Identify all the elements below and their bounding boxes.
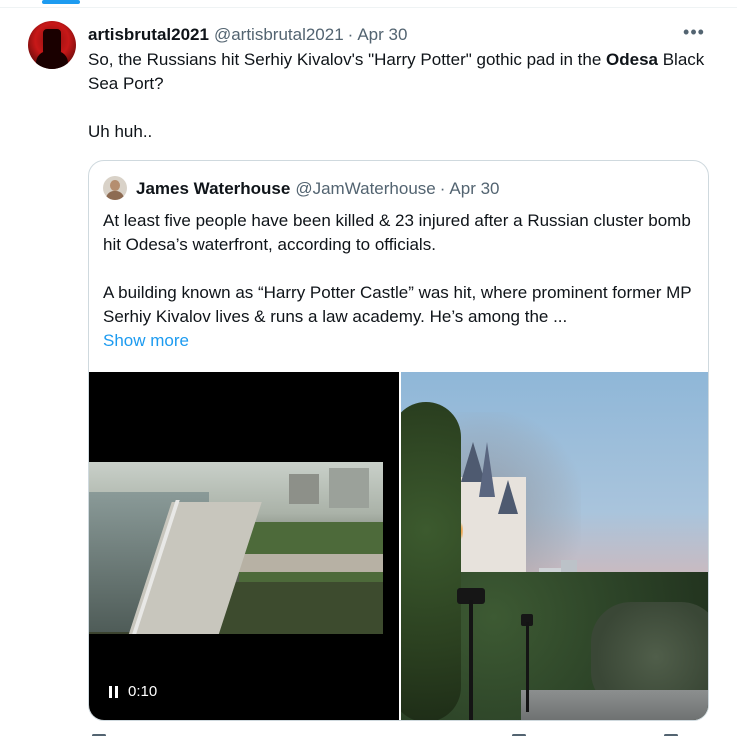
street-lamp-post xyxy=(526,622,529,712)
video-controls: 0:10 xyxy=(109,683,157,700)
quoted-tweet-card[interactable]: James Waterhouse @JamWaterhouse · Apr 30… xyxy=(88,160,709,721)
quoted-tweet-text: At least five people have been killed & … xyxy=(103,209,698,329)
video-player[interactable]: 0:10 xyxy=(89,372,399,720)
tweet-actions-bar xyxy=(88,734,688,739)
photo-spire xyxy=(479,442,495,497)
video-timestamp: 0:10 xyxy=(128,683,158,700)
quoted-paragraph-2: A building known as “Harry Potter Castle… xyxy=(103,283,692,326)
photo-spire xyxy=(498,480,518,514)
tweet-text: So, the Russians hit Serhiy Kivalov's "H… xyxy=(88,48,713,144)
pause-icon[interactable] xyxy=(109,685,118,698)
photo-path xyxy=(521,690,708,720)
castle-photo[interactable] xyxy=(401,372,708,720)
street-lamp-post xyxy=(469,600,473,720)
quoted-avatar-shoulders xyxy=(106,191,124,200)
reply-icon[interactable] xyxy=(92,734,106,737)
media-grid: 0:10 xyxy=(89,372,708,720)
active-tab-underline xyxy=(42,0,80,4)
quoted-paragraph-1: At least five people have been killed & … xyxy=(103,211,691,254)
author-handle[interactable]: @artisbrutal2021 xyxy=(214,25,344,45)
quoted-author-handle[interactable]: @JamWaterhouse xyxy=(295,179,435,199)
tweet-date[interactable]: Apr 30 xyxy=(357,25,407,45)
tweet-header: artisbrutal2021 @artisbrutal2021 · Apr 3… xyxy=(88,22,708,48)
tab-indicator-bar xyxy=(0,0,737,8)
video-grass xyxy=(239,522,383,582)
more-options-icon[interactable]: ••• xyxy=(680,22,708,46)
share-icon[interactable] xyxy=(512,734,526,737)
tweet-text-line3: Uh huh.. xyxy=(88,122,153,141)
tweet-text-line1: So, the Russians hit Serhiy Kivalov's "H… xyxy=(88,48,713,96)
video-building xyxy=(289,474,319,504)
header-separator: · xyxy=(347,25,354,44)
author-avatar[interactable] xyxy=(28,21,76,69)
quoted-tweet-date[interactable]: Apr 30 xyxy=(449,179,499,199)
video-building xyxy=(329,468,369,508)
video-frame xyxy=(89,462,383,634)
quoted-header-separator: · xyxy=(439,179,446,198)
photo-tree xyxy=(401,402,461,720)
quoted-author-avatar[interactable] xyxy=(103,176,127,200)
bookmark-icon[interactable] xyxy=(664,734,678,737)
tweet-text-bold: Odesa xyxy=(606,50,658,69)
avatar-figure-head xyxy=(43,29,61,53)
quoted-avatar-head xyxy=(110,180,120,191)
tweet-text-part1: So, the Russians hit Serhiy Kivalov's "H… xyxy=(88,50,607,69)
avatar-figure-body xyxy=(36,51,68,69)
show-more-link[interactable]: Show more xyxy=(103,329,189,353)
author-name[interactable]: artisbrutal2021 xyxy=(88,25,209,45)
video-grass xyxy=(209,582,383,634)
quoted-author-name[interactable]: James Waterhouse xyxy=(136,179,290,199)
quoted-tweet-header: James Waterhouse @JamWaterhouse · Apr 30 xyxy=(136,178,500,200)
